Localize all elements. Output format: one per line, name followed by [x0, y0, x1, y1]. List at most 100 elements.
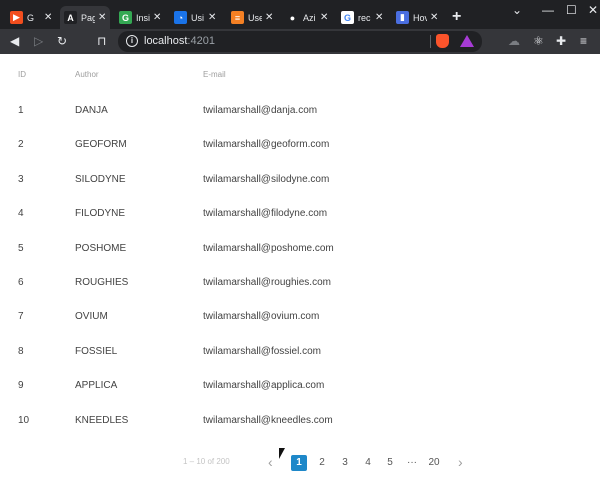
cell-email: twilamarshall@fossiel.com — [203, 345, 321, 357]
table-row: 8 FOSSIEL twilamarshall@fossiel.com — [0, 346, 600, 380]
minimize-button[interactable]: — — [542, 3, 554, 17]
close-tab-icon[interactable]: ✕ — [265, 12, 273, 23]
reload-icon[interactable]: ↻ — [57, 33, 67, 49]
green-g-icon: G — [119, 11, 132, 24]
omnibox-divider — [430, 35, 431, 48]
cell-author: DANJA — [75, 105, 108, 116]
prev-page-button[interactable]: ‹ — [268, 454, 273, 470]
page-button-4[interactable]: 4 — [360, 455, 376, 471]
page-button-5[interactable]: 5 — [382, 455, 398, 471]
tab-title: Azi — [303, 12, 316, 23]
tab-title: rec — [358, 12, 371, 23]
figma-icon: ▶ — [10, 11, 23, 24]
cell-author: POSHOME — [75, 242, 127, 254]
cell-email: twilamarshall@danja.com — [203, 105, 318, 116]
google-icon: G — [341, 11, 354, 24]
cell-email: twilamarshall@roughies.com — [203, 277, 331, 288]
paginator: 1 – 10 of 200 ‹ 12345 ··· 20 › — [0, 452, 600, 472]
tab-search-icon[interactable]: ⌄ — [512, 3, 522, 17]
close-tab-icon[interactable]: ✕ — [44, 12, 52, 23]
browser-tab[interactable]: ≡ Use ✕ — [227, 6, 277, 29]
close-tab-icon[interactable]: ✕ — [320, 12, 328, 23]
cell-id: 3 — [18, 173, 24, 185]
header-author: Author — [75, 70, 99, 79]
close-tab-icon[interactable]: ✕ — [375, 12, 383, 23]
cell-email: twilamarshall@applica.com — [203, 380, 325, 392]
browser-tab[interactable]: ● Azi ✕ — [282, 6, 332, 29]
tab-title: Pag — [81, 12, 95, 23]
browser-tab[interactable]: G Insi ✕ — [115, 6, 165, 29]
page-button-2[interactable]: 2 — [314, 455, 330, 471]
page-content: ID Author E-mail 1 DANJA twilamarshall@dan… — [0, 54, 600, 482]
page-button-3[interactable]: 3 — [337, 455, 353, 471]
cell-email: twilamarshall@filodyne.com — [203, 208, 328, 220]
close-tab-icon[interactable]: ✕ — [98, 12, 106, 23]
cell-author: ROUGHIES — [75, 277, 129, 288]
back-icon[interactable]: ◀ — [10, 33, 19, 49]
cell-id: 8 — [18, 345, 24, 357]
cell-author: OVIUM — [75, 311, 108, 323]
page-range-label: 1 – 10 of 200 — [183, 457, 230, 466]
github-icon: ● — [286, 11, 299, 24]
close-tab-icon[interactable]: ✕ — [208, 12, 216, 23]
close-window-button[interactable]: ✕ — [588, 3, 598, 17]
browser-tab[interactable]: Grec ✕ — [337, 6, 387, 29]
table-row: 10 KNEEDLES twilamarshall@kneedles.com — [0, 415, 600, 449]
tab-title: Use — [248, 12, 262, 23]
table-row: 9 APPLICA twilamarshall@applica.com — [0, 380, 600, 414]
bookmark-icon[interactable]: ⊓ — [97, 33, 106, 49]
cell-id: 6 — [18, 277, 24, 288]
close-tab-icon[interactable]: ✕ — [430, 12, 438, 23]
cell-author: SILODYNE — [75, 173, 126, 185]
cell-email: twilamarshall@ovium.com — [203, 311, 320, 323]
cell-id: 1 — [18, 105, 24, 116]
menu-icon[interactable]: ≡ — [580, 33, 587, 49]
angular-icon: A — [64, 11, 77, 24]
new-tab-button[interactable]: + — [452, 8, 461, 26]
cell-email: twilamarshall@poshome.com — [203, 242, 334, 254]
cell-id: 7 — [18, 311, 24, 323]
tab-title: Usi — [191, 12, 204, 23]
blue-square-icon: ▮ — [396, 11, 409, 24]
cell-id: 10 — [18, 414, 30, 426]
table-row: 6 ROUGHIES twilamarshall@roughies.com — [0, 277, 600, 311]
cell-id: 9 — [18, 380, 24, 392]
extensions-icon[interactable]: ✚ — [556, 33, 566, 49]
cell-author: GEOFORM — [75, 139, 127, 151]
cell-email: twilamarshall@geoform.com — [203, 139, 330, 151]
forward-icon[interactable]: ▷ — [34, 33, 43, 49]
browser-tab[interactable]: ◔ Usi ✕ — [170, 6, 220, 29]
browser-tab[interactable]: ▶ G ✕ — [6, 6, 56, 29]
brave-rewards-icon[interactable] — [460, 35, 474, 47]
react-devtools-icon[interactable]: ⚛ — [533, 33, 544, 49]
brave-shields-icon[interactable] — [436, 34, 449, 48]
site-info-icon[interactable]: i — [126, 35, 138, 47]
page-last-button[interactable]: 20 — [426, 455, 442, 471]
cell-id: 2 — [18, 139, 24, 151]
stackoverflow-icon: ≡ — [231, 11, 244, 24]
cell-author: KNEEDLES — [75, 414, 129, 426]
cell-id: 5 — [18, 242, 24, 254]
browser-tab[interactable]: ▮ Hov ✕ — [392, 6, 442, 29]
page-ellipsis: ··· — [407, 457, 417, 468]
browser-tab-strip: ▶ G ✕ A Pag ✕ G Insi ✕ ◔ Usi ✕ ≡ Use ✕ ● Azi ✕ Grec ✕ ▮ Hov ✕ … — [0, 0, 600, 29]
close-tab-icon[interactable]: ✕ — [153, 12, 161, 23]
table-row: 7 OVIUM twilamarshall@ovium.com — [0, 311, 600, 345]
sync-icon[interactable]: ☁ — [508, 33, 520, 49]
url-text[interactable]: localhost:4201 — [144, 35, 215, 47]
next-page-button[interactable]: › — [458, 454, 463, 470]
address-bar[interactable]: i localhost:4201 — [118, 31, 482, 52]
page-button-1[interactable]: 1 — [291, 455, 307, 471]
blue-circle-icon: ◔ — [174, 11, 187, 24]
table-row: 3 SILODYNE twilamarshall@silodyne.com — [0, 174, 600, 208]
table-row: 4 FILODYNE twilamarshall@filodyne.com — [0, 208, 600, 242]
table-row: 1 DANJA twilamarshall@danja.com — [0, 105, 600, 139]
browser-toolbar: ◀ ▷ ↻ ⊓ i localhost:4201 ☁ ⚛ ✚ ≡ — [0, 29, 600, 54]
browser-tab[interactable]: A Pag ✕ — [60, 6, 111, 29]
table-row: 2 GEOFORM twilamarshall@geoform.com — [0, 139, 600, 173]
cell-author: APPLICA — [75, 380, 118, 392]
cell-email: twilamarshall@silodyne.com — [203, 173, 330, 185]
maximize-button[interactable]: ☐ — [566, 3, 577, 17]
url-port: :4201 — [187, 35, 215, 47]
cell-author: FILODYNE — [75, 208, 126, 220]
